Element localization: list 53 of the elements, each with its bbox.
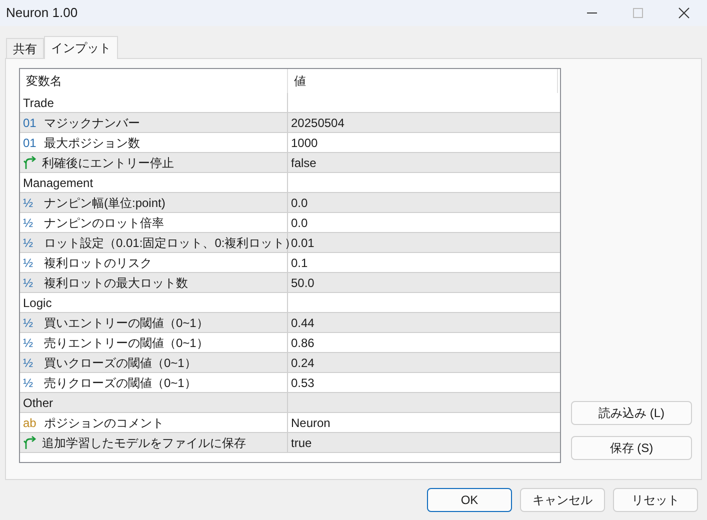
dialog-button[interactable]: キャンセル — [520, 488, 605, 512]
group-label: Logic — [23, 294, 52, 312]
group-label: Trade — [23, 94, 54, 112]
parameter-name: ポジションのコメント — [44, 414, 164, 432]
type-icon: ½ — [23, 194, 39, 212]
parameter-name: ナンピン幅(単位:point) — [44, 194, 166, 212]
parameter-value[interactable]: 20250504 — [291, 114, 344, 132]
side-button[interactable]: 保存 (S) — [571, 436, 692, 460]
parameter-name: ナンピンのロット倍率 — [44, 214, 164, 232]
parameter-name: 最大ポジション数 — [44, 134, 140, 152]
group-label: Management — [23, 174, 94, 192]
parameter-value[interactable]: false — [291, 154, 316, 172]
group-label: Other — [23, 394, 54, 412]
type-icon: ½ — [23, 254, 39, 272]
dialog-button[interactable]: OK — [427, 488, 512, 512]
parameter-value[interactable]: 50.0 — [291, 274, 314, 292]
type-icon: ½ — [23, 354, 39, 372]
window-title: Neuron 1.00 — [6, 4, 79, 22]
tab[interactable]: 共有 — [6, 38, 44, 58]
parameter-value[interactable]: 1000 — [291, 134, 318, 152]
dialog-button[interactable]: リセット — [613, 488, 698, 512]
type-icon: ½ — [23, 214, 39, 232]
type-icon: ½ — [23, 374, 39, 392]
type-icon: ½ — [23, 334, 39, 352]
type-icon: ½ — [23, 274, 39, 292]
tab[interactable]: インプット — [44, 36, 118, 59]
branch-arrow-icon — [23, 156, 37, 170]
parameter-value[interactable]: 0.24 — [291, 354, 314, 372]
parameter-name: 売りエントリーの閾値（0~1） — [44, 334, 208, 352]
branch-arrow-icon — [23, 436, 37, 450]
parameter-value[interactable]: 0.44 — [291, 314, 314, 332]
parameter-value[interactable]: Neuron — [291, 414, 330, 432]
type-icon: 01 — [23, 114, 39, 132]
type-icon: ½ — [23, 314, 39, 332]
parameter-name: 利確後にエントリー停止 — [42, 154, 174, 172]
parameter-value[interactable]: 0.01 — [291, 234, 314, 252]
parameter-value[interactable]: 0.1 — [291, 254, 308, 272]
parameter-name: 複利ロットのリスク — [44, 254, 152, 272]
type-icon: 01 — [23, 134, 39, 152]
parameter-value[interactable]: 0.0 — [291, 214, 308, 232]
parameter-name: マジックナンバー — [44, 114, 140, 132]
type-icon: ab — [23, 414, 39, 432]
parameter-name: 買いエントリーの閾値（0~1） — [44, 314, 208, 332]
parameter-name: 売りクローズの閾値（0~1） — [44, 374, 196, 392]
parameter-name: 複利ロットの最大ロット数 — [44, 274, 188, 292]
parameter-name: 買いクローズの閾値（0~1） — [44, 354, 196, 372]
parameter-value[interactable]: 0.0 — [291, 194, 308, 212]
parameter-value[interactable]: 0.53 — [291, 374, 314, 392]
type-icon: ½ — [23, 234, 39, 252]
parameter-value[interactable]: 0.86 — [291, 334, 314, 352]
parameter-name: 追加学習したモデルをファイルに保存 — [42, 434, 246, 452]
parameter-value[interactable]: true — [291, 434, 312, 452]
side-button[interactable]: 読み込み (L) — [571, 401, 692, 425]
